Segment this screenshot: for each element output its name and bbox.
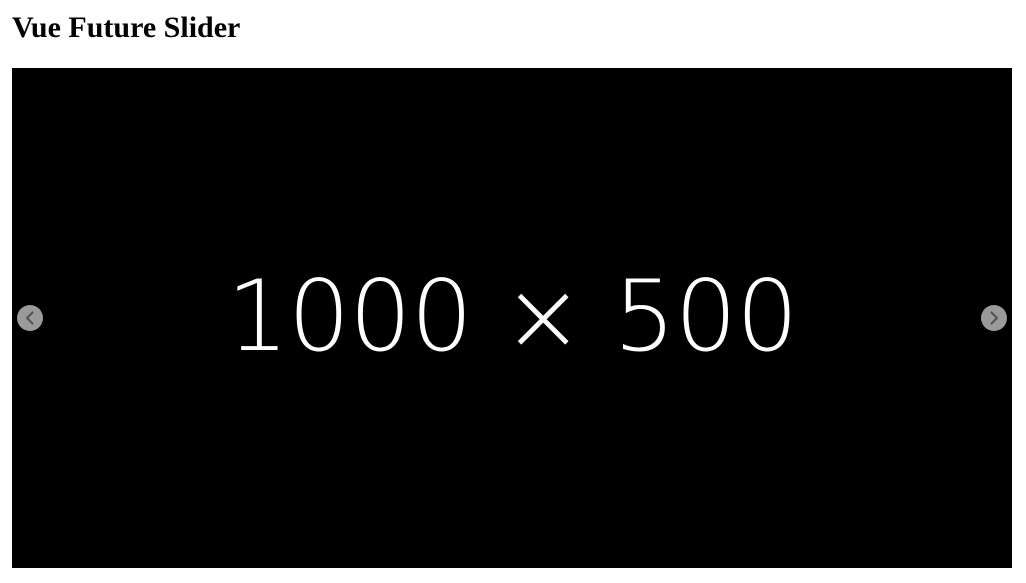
chevron-right-icon — [990, 311, 999, 325]
slide-current: 1000 × 500 — [12, 68, 1012, 568]
chevron-left-icon — [25, 311, 34, 325]
image-slider: 1000 × 500 — [12, 68, 1012, 568]
page-title: Vue Future Slider — [12, 11, 241, 44]
slide-placeholder-text: 1000 × 500 — [226, 260, 799, 374]
prev-slide-button[interactable] — [17, 305, 43, 331]
next-slide-button[interactable] — [981, 305, 1007, 331]
